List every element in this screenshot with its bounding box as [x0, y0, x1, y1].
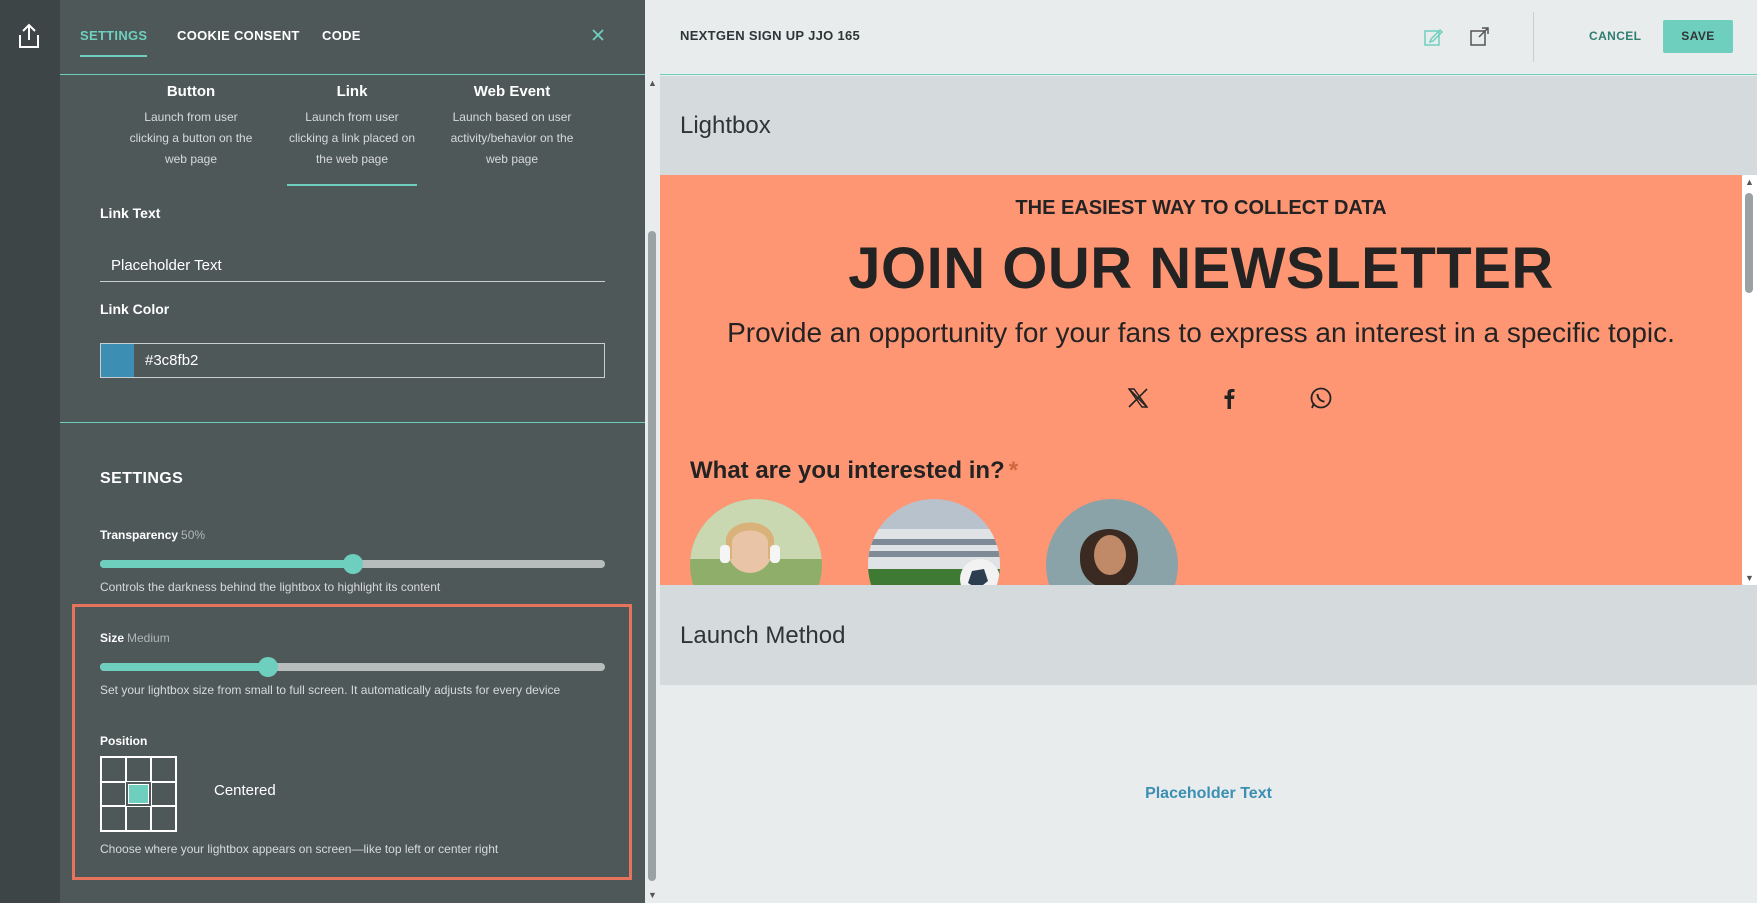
preview-scrollbar[interactable]: ▲ ▼	[1742, 175, 1757, 585]
facebook-icon[interactable]	[1216, 385, 1242, 411]
panel-tabs: SETTINGS COOKIE CONSENT CODE	[60, 0, 645, 75]
stadium-image	[868, 499, 1000, 585]
scrollbar-thumb[interactable]	[1745, 193, 1753, 293]
interest-option-fashion[interactable]	[1046, 499, 1178, 585]
interest-option-music[interactable]	[690, 499, 822, 585]
link-color-value: #3c8fb2	[145, 352, 199, 369]
launch-method-desc: Launch from user clicking a button on th…	[129, 110, 253, 166]
lightbox-heading: Lightbox	[680, 112, 771, 139]
music-listener-image	[690, 499, 822, 585]
launch-method-title: Link	[336, 83, 368, 100]
preview-headline: JOIN OUR NEWSLETTER	[848, 236, 1554, 301]
page-title: NEXTGEN SIGN UP JJO 165	[680, 28, 861, 43]
scroll-up-icon[interactable]: ▲	[648, 78, 657, 88]
launch-method-link[interactable]: Link Launch from user clicking a link pl…	[287, 83, 417, 186]
interest-question-text: What are you interested in?	[690, 457, 1005, 484]
color-swatch[interactable]	[101, 344, 134, 377]
fashion-model-image	[1046, 499, 1178, 585]
slider-fill	[100, 560, 353, 568]
transparency-help: Controls the darkness behind the lightbo…	[100, 580, 441, 594]
x-icon[interactable]	[1125, 385, 1151, 411]
highlight-box	[72, 604, 632, 880]
cancel-button[interactable]: CANCEL	[1589, 29, 1641, 43]
transparency-label-text: Transparency	[100, 528, 179, 542]
left-rail	[0, 0, 60, 903]
lightbox-section-header: Lightbox	[660, 76, 1757, 175]
slider-handle[interactable]	[342, 554, 363, 574]
transparency-label: Transparency 50%	[100, 528, 205, 542]
placeholder-link[interactable]: Placeholder Text	[660, 785, 1757, 803]
panel-scrollbar[interactable]: ▲ ▼	[645, 75, 660, 903]
launch-method-desc: Launch based on user activity/behavior o…	[450, 110, 574, 166]
launch-method-preview: Placeholder Text	[660, 685, 1757, 903]
launch-method-web-event[interactable]: Web Event Launch based on user activity/…	[447, 83, 577, 170]
scroll-down-icon[interactable]: ▼	[648, 890, 657, 900]
preview-eyebrow: THE EASIEST WAY TO COLLECT DATA	[1015, 197, 1387, 219]
launch-method-title: Web Event	[473, 83, 551, 100]
link-color-field[interactable]: #3c8fb2	[100, 343, 605, 378]
scroll-up-icon[interactable]: ▲	[1745, 177, 1754, 187]
edit-icon[interactable]	[1422, 26, 1444, 48]
open-external-icon[interactable]	[1468, 26, 1490, 48]
required-mark: *	[1008, 457, 1019, 484]
link-text-label: Link Text	[100, 205, 161, 221]
launch-method-title: Button	[166, 83, 216, 100]
settings-heading: SETTINGS	[100, 470, 184, 487]
launch-method-section-header: Launch Method	[660, 585, 1757, 685]
link-color-label: Link Color	[100, 301, 170, 317]
close-icon[interactable]	[589, 26, 607, 44]
section-divider	[60, 422, 645, 423]
top-bar: NEXTGEN SIGN UP JJO 165 CANCEL SAVE	[660, 0, 1757, 75]
lightbox-preview: THE EASIEST WAY TO COLLECT DATA JOIN OUR…	[660, 175, 1742, 585]
transparency-value: 50%	[181, 528, 206, 542]
share-icon[interactable]	[16, 22, 42, 50]
tab-settings[interactable]: SETTINGS	[80, 28, 148, 57]
tab-code[interactable]: CODE	[322, 28, 361, 43]
save-button[interactable]: SAVE	[1663, 20, 1733, 53]
interest-question: What are you interested in? *	[690, 457, 1018, 485]
launch-method-button[interactable]: Button Launch from user clicking a butto…	[126, 83, 256, 170]
interest-option-sports[interactable]	[868, 499, 1000, 585]
scroll-down-icon[interactable]: ▼	[1745, 573, 1754, 583]
transparency-slider[interactable]	[100, 554, 605, 574]
scrollbar-thumb[interactable]	[648, 231, 656, 881]
preview-subhead: Provide an opportunity for your fans to …	[727, 317, 1675, 348]
whatsapp-icon[interactable]	[1308, 385, 1334, 411]
link-text-input[interactable]	[100, 250, 605, 282]
tab-cookie-consent[interactable]: COOKIE CONSENT	[177, 28, 300, 43]
launch-method-heading: Launch Method	[680, 622, 846, 649]
launch-method-desc: Launch from user clicking a link placed …	[288, 110, 416, 166]
toolbar-divider	[1533, 12, 1534, 62]
